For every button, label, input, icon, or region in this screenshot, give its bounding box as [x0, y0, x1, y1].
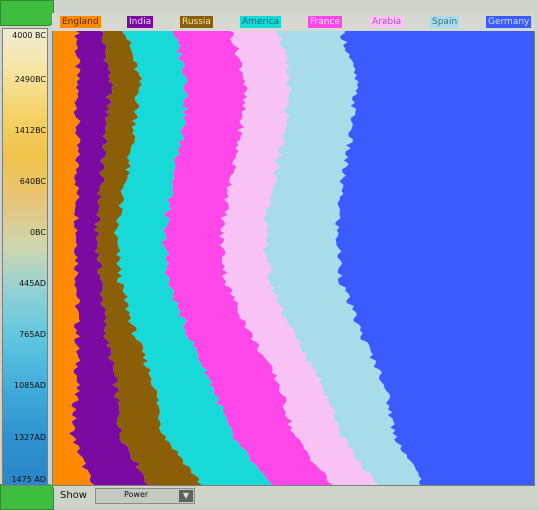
timeline-tick: 1085AD: [14, 381, 46, 390]
timeline-tick: 765AD: [19, 330, 46, 339]
timeline-tick: 1327AD: [14, 433, 46, 442]
legend-item[interactable]: India: [127, 16, 154, 28]
legend-item[interactable]: England: [60, 16, 101, 28]
timeline-tick: 1412BC: [14, 126, 46, 135]
legend-bar: England India Russia America France Arabia Spa…: [52, 13, 535, 31]
show-dropdown[interactable]: Power ▼: [95, 488, 195, 504]
timeline-tick: 640BC: [19, 177, 46, 186]
show-label: Show: [60, 490, 87, 501]
legend-item[interactable]: Arabia: [370, 16, 404, 28]
legend-item[interactable]: America: [240, 16, 282, 28]
chevron-down-icon[interactable]: ▼: [179, 490, 193, 502]
timeline-tick: 445AD: [19, 279, 46, 288]
legend-item[interactable]: Russia: [180, 16, 213, 28]
app-window: 4000 BC 2490BC 1412BC 640BC 0BC 445AD 765AD 108…: [0, 0, 538, 510]
legend-item[interactable]: Germany: [486, 16, 532, 28]
corner-indicator-top: [0, 0, 54, 26]
timeline-tick: 2490BC: [14, 75, 46, 84]
chart-canvas: [53, 30, 534, 485]
timeline-tick: 4000 BC: [12, 31, 46, 40]
power-chart: [52, 13, 535, 486]
legend-item[interactable]: France: [308, 16, 342, 28]
timeline-axis: 4000 BC 2490BC 1412BC 640BC 0BC 445AD 765AD 108…: [2, 28, 48, 486]
timeline-tick: 0BC: [29, 228, 46, 237]
legend-item[interactable]: Spain: [430, 16, 460, 28]
show-dropdown-value: Power: [124, 490, 149, 499]
corner-indicator-bottom: [0, 484, 54, 510]
timeline-tick: 1475 AD: [11, 475, 46, 484]
